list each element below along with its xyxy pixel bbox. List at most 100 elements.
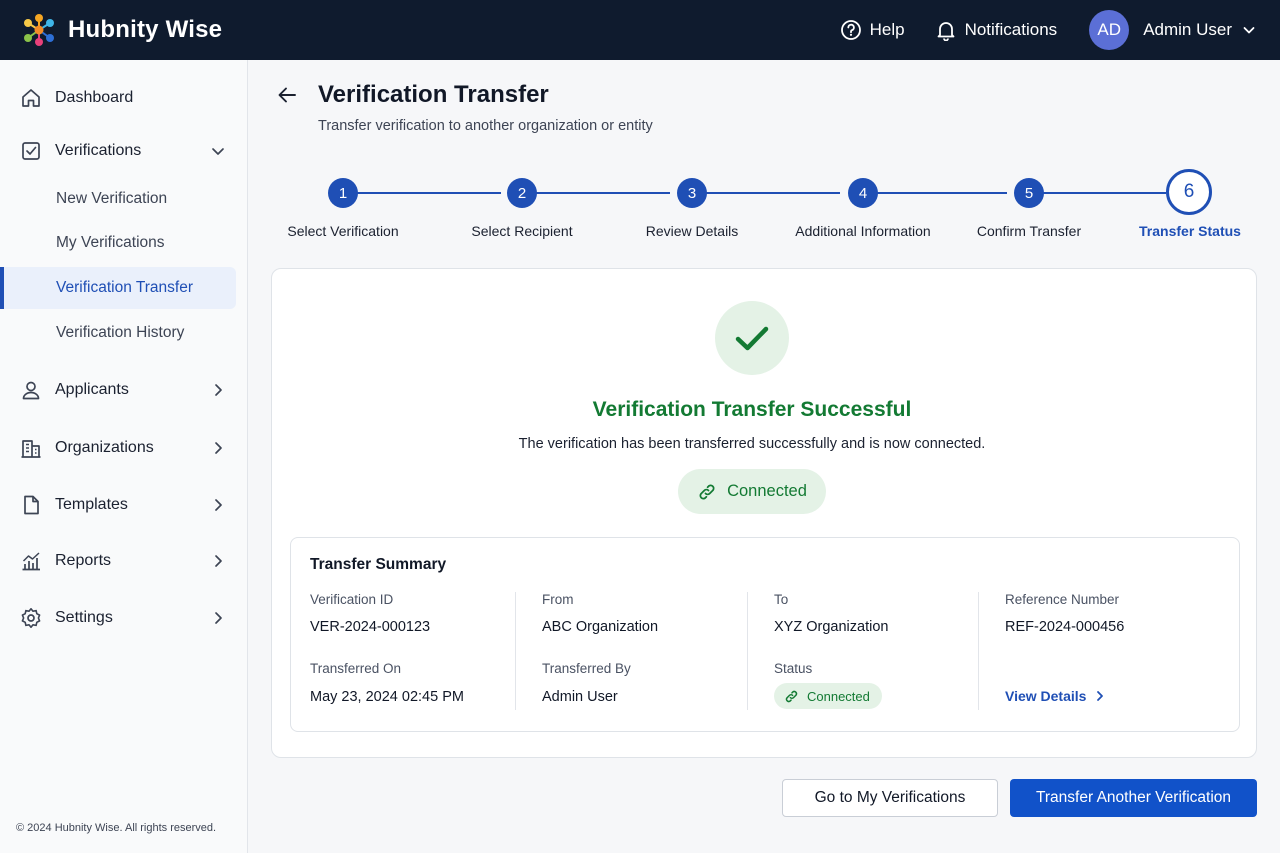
sidebar-item-reports[interactable]: Reports — [0, 541, 248, 581]
step-1-circle: 1 — [328, 178, 358, 208]
verification-id-label: Verification ID — [310, 592, 394, 607]
to-label: To — [774, 592, 789, 607]
sidebar-item-label: Organizations — [55, 439, 154, 456]
sidebar-item-settings[interactable]: Settings — [0, 598, 248, 638]
chevron-right-icon — [215, 555, 222, 567]
sidebar: Dashboard Verifications New Verification… — [0, 60, 248, 853]
connected-badge-label: Connected — [727, 482, 807, 500]
brand[interactable]: Hubnity Wise — [22, 13, 222, 47]
summary-title: Transfer Summary — [310, 556, 447, 573]
notifications-label: Notifications — [964, 20, 1058, 39]
chevron-right-icon — [215, 499, 222, 511]
chevron-right-icon — [215, 612, 222, 624]
connected-badge: Connected — [678, 469, 826, 514]
sidebar-item-dashboard[interactable]: Dashboard — [0, 78, 248, 118]
step-connector — [357, 192, 501, 194]
chevron-down-icon — [212, 148, 224, 155]
step-3-label: Review Details — [645, 223, 739, 239]
copyright: © 2024 Hubnity Wise. All rights reserved… — [16, 822, 217, 834]
transfer-another-verification-button[interactable]: Transfer Another Verification — [1010, 779, 1257, 817]
column-divider — [978, 592, 979, 710]
notifications-button[interactable]: Notifications — [935, 19, 1058, 41]
sidebar-subitem-verification-history[interactable]: Verification History — [0, 313, 248, 353]
step-6-circle: 6 — [1166, 169, 1212, 215]
step-4-label: Additional Information — [795, 223, 931, 239]
transferred-by-value: Admin User — [542, 689, 618, 705]
top-bar: Hubnity Wise Help Notifications AD Admin… — [0, 0, 1280, 60]
sidebar-item-label: Verifications — [55, 142, 142, 159]
user-name[interactable]: Admin User — [1143, 20, 1232, 40]
status-badge-label: Connected — [807, 688, 870, 704]
checkbox-icon — [20, 140, 42, 162]
success-title: Verification Transfer Successful — [592, 398, 912, 421]
link-icon — [785, 690, 798, 702]
brand-logo-icon — [24, 14, 54, 46]
success-message: The verification has been transferred su… — [518, 436, 986, 452]
reference-number-label: Reference Number — [1005, 592, 1120, 607]
sidebar-item-label: Dashboard — [55, 89, 134, 106]
user-icon — [20, 379, 42, 401]
bell-icon — [937, 22, 954, 41]
step-2-circle: 2 — [507, 178, 537, 208]
chevron-right-icon — [215, 442, 222, 454]
view-details-link[interactable]: View Details — [1005, 688, 1106, 704]
step-connector — [536, 192, 670, 194]
transferred-by-label: Transferred By — [542, 661, 631, 676]
sidebar-item-label: Settings — [55, 609, 113, 626]
help-label: Help — [869, 20, 905, 39]
reference-number-value: REF-2024-000456 — [1005, 619, 1125, 635]
chart-icon — [20, 550, 42, 572]
step-connector — [1043, 192, 1166, 194]
sidebar-item-applicants[interactable]: Applicants — [0, 370, 248, 410]
sidebar-subitem-new-verification[interactable]: New Verification — [0, 179, 248, 219]
column-divider — [747, 592, 748, 710]
success-badge — [715, 301, 789, 375]
column-divider — [515, 592, 516, 710]
building-icon — [20, 437, 42, 459]
back-arrow-icon[interactable] — [276, 84, 298, 106]
transferred-on-value: May 23, 2024 02:45 PM — [310, 689, 464, 705]
from-label: From — [542, 592, 574, 607]
page-title: Verification Transfer — [318, 81, 549, 108]
transferred-on-label: Transferred On — [310, 661, 402, 676]
chevron-down-icon[interactable] — [1242, 23, 1256, 37]
avatar[interactable]: AD — [1089, 10, 1130, 50]
step-connector — [706, 192, 840, 194]
page-subtitle: Transfer verification to another organiz… — [318, 118, 653, 134]
result-card: Verification Transfer Successful The ver… — [271, 268, 1257, 758]
step-5-circle: 5 — [1014, 178, 1044, 208]
verification-id-value: VER-2024-000123 — [310, 619, 431, 635]
chevron-right-icon — [215, 384, 222, 396]
step-3-circle: 3 — [677, 178, 707, 208]
step-connector — [877, 192, 1007, 194]
help-button[interactable]: Help — [840, 19, 905, 41]
sidebar-subitem-my-verifications[interactable]: My Verifications — [0, 223, 248, 263]
sidebar-item-templates[interactable]: Templates — [0, 485, 248, 525]
to-value: XYZ Organization — [774, 619, 889, 635]
step-1-label: Select Verification — [287, 223, 399, 239]
step-5-label: Confirm Transfer — [976, 223, 1082, 239]
go-to-my-verifications-button[interactable]: Go to My Verifications — [782, 779, 998, 817]
from-value: ABC Organization — [542, 619, 659, 635]
brand-name: Hubnity Wise — [68, 16, 223, 43]
sidebar-item-verifications[interactable]: Verifications — [0, 131, 248, 171]
sidebar-item-organizations[interactable]: Organizations — [0, 428, 248, 468]
step-4-circle: 4 — [848, 178, 878, 208]
sidebar-subitem-verification-transfer[interactable]: Verification Transfer — [0, 267, 236, 309]
status-badge: Connected — [774, 683, 882, 709]
document-icon — [20, 494, 42, 516]
sidebar-item-label: Applicants — [55, 381, 129, 398]
checkmark-icon — [735, 326, 769, 351]
home-icon — [20, 87, 42, 109]
sidebar-item-label: Reports — [55, 552, 112, 569]
chevron-right-icon — [1097, 691, 1104, 701]
help-icon — [840, 20, 861, 40]
gear-icon — [20, 607, 42, 629]
link-icon — [699, 484, 715, 499]
step-2-label: Select Recipient — [471, 223, 573, 239]
sidebar-item-label: Templates — [55, 496, 128, 513]
step-6-label: Transfer Status — [1139, 223, 1241, 239]
transfer-summary: Transfer Summary Verification ID VER-202… — [290, 537, 1240, 732]
view-details-label: View Details — [1005, 688, 1087, 704]
status-label: Status — [774, 661, 813, 676]
